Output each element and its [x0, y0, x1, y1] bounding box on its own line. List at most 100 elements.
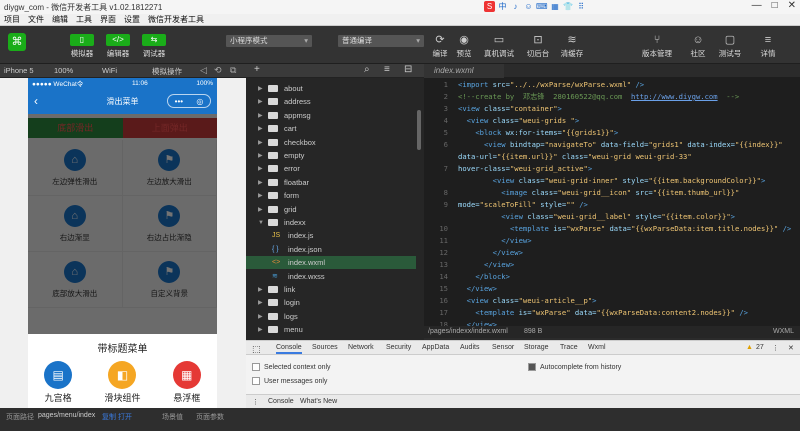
tab-security[interactable]: Security [386, 344, 411, 351]
chevron-right-icon[interactable]: ▶ [258, 125, 268, 132]
test-id-button[interactable]: ▢ 测试号 [718, 34, 742, 59]
background-button[interactable]: ⊡ 切后台 [526, 34, 550, 59]
tab-sensor[interactable]: Sensor [492, 344, 514, 351]
chevron-right-icon[interactable]: ▶ [258, 98, 268, 105]
menu-tools[interactable]: 工具 [76, 14, 92, 25]
compile-button[interactable]: ⟳ 编译 [428, 34, 452, 59]
tree-folder[interactable]: ▶ login [246, 296, 416, 309]
tree-file[interactable]: JS index.js [246, 229, 416, 242]
grid-item[interactable]: ⌂ 底部放大滑出 [28, 252, 123, 308]
chevron-right-icon[interactable]: ▶ [258, 152, 268, 159]
volume-icon[interactable]: ◁ [200, 65, 207, 76]
editor-tab[interactable]: index.wxml [424, 64, 504, 78]
tree-folder[interactable]: ▶ floatbar [246, 176, 416, 189]
skin-icon[interactable]: 👕 [563, 1, 574, 12]
user-messages-checkbox[interactable] [252, 377, 260, 385]
selected-context-checkbox[interactable] [252, 363, 260, 371]
tree-file[interactable]: ≋ index.wxss [246, 270, 416, 283]
search-icon[interactable]: ⌕ [364, 64, 370, 75]
operation-select[interactable]: 模拟操作 [152, 66, 182, 77]
menu-devtools[interactable]: 微信开发者工具 [148, 14, 204, 25]
details-button[interactable]: ≡ 详情 [756, 34, 780, 59]
user-messages-option[interactable]: User messages only [252, 377, 327, 385]
maximize-button[interactable]: □ [772, 0, 778, 11]
close-button[interactable]: ✕ [788, 0, 796, 11]
chevron-right-icon[interactable]: ▶ [258, 206, 268, 213]
music-icon[interactable]: ♪ [510, 1, 521, 12]
tree-folder[interactable]: ▶ logs [246, 310, 416, 323]
copy-link[interactable]: 复制 [102, 412, 116, 422]
tree-folder[interactable]: ▶ error [246, 162, 416, 175]
remote-debug-button[interactable]: ▭ 真机调试 [484, 34, 514, 59]
tree-folder[interactable]: ▶ checkbox [246, 136, 416, 149]
device-select[interactable]: iPhone 5 [4, 66, 34, 75]
drawer-menu-icon[interactable]: ⋮ [252, 398, 259, 406]
chevron-right-icon[interactable]: ▶ [258, 286, 268, 293]
open-link[interactable]: 打开 [118, 412, 132, 422]
chevron-right-icon[interactable]: ▶ [258, 165, 268, 172]
selected-context-option[interactable]: Selected context only [252, 363, 331, 371]
tree-folder[interactable]: ▶ grid [246, 203, 416, 216]
tab-appdata[interactable]: AppData [422, 344, 449, 351]
tab-storage[interactable]: Storage [524, 344, 549, 351]
chevron-right-icon[interactable]: ▶ [258, 299, 268, 306]
chevron-right-icon[interactable]: ▶ [258, 313, 268, 320]
tab-trace[interactable]: Trace [560, 344, 578, 351]
file-language[interactable]: WXML [773, 328, 794, 335]
tab-sources[interactable]: Sources [312, 344, 338, 351]
tree-folder[interactable]: ▶ address [246, 95, 416, 108]
editor-toggle[interactable]: </> 编辑器 [106, 34, 130, 59]
chevron-right-icon[interactable]: ▶ [258, 326, 268, 333]
menu-project[interactable]: 项目 [4, 14, 20, 25]
grid-item[interactable]: ⚑ 右边占比渐隐 [122, 196, 217, 252]
grid-item[interactable]: ⌂ 右边渐显 [28, 196, 123, 252]
popout-icon[interactable]: ⧉ [230, 65, 236, 76]
menu-item-float[interactable]: ▦ 悬浮框 [172, 361, 201, 404]
keyboard-icon[interactable]: ⌨ [536, 1, 548, 12]
tree-folder[interactable]: ▼ indexx [246, 216, 416, 229]
chevron-right-icon[interactable]: ▶ [258, 192, 268, 199]
close-capsule-icon[interactable]: ◎ [196, 97, 203, 106]
simulator-toggle[interactable]: ▯ 模拟器 [70, 34, 94, 59]
more-icon[interactable]: ••• [175, 97, 183, 106]
tab-audits[interactable]: Audits [460, 344, 479, 351]
sogou-icon[interactable]: S [484, 1, 495, 12]
mode-select[interactable]: 小程序模式 [226, 35, 312, 47]
tree-file[interactable]: { } index.json [246, 243, 416, 256]
chevron-right-icon[interactable]: ▶ [258, 112, 268, 119]
tab-wxml[interactable]: Wxml [588, 344, 606, 351]
preview-button[interactable]: ◉ 预览 [452, 34, 476, 59]
grid-item[interactable]: ⚑ 左边放大滑出 [122, 140, 217, 196]
top-popup-button[interactable]: 上面弹出 [122, 118, 217, 138]
tree-file[interactable]: <> index.wxml [246, 256, 416, 270]
network-select[interactable]: WiFi [102, 66, 117, 75]
tab-console[interactable]: Console [276, 344, 302, 354]
warning-count[interactable]: 27 [756, 344, 764, 351]
tree-folder[interactable]: ▶ cart [246, 122, 416, 135]
menu-item-slider[interactable]: ◧ 滑块组件 [104, 361, 141, 404]
menu-edit[interactable]: 编辑 [52, 14, 68, 25]
inspect-icon[interactable]: ⬚ [252, 344, 261, 355]
scene-label[interactable]: 场景值 [162, 412, 183, 422]
code-editor[interactable]: 1234567891011121314151617181920 <import … [424, 78, 800, 326]
autocomplete-option[interactable]: Autocomplete from history [528, 363, 621, 371]
tree-folder[interactable]: ▶ about [246, 82, 416, 95]
tree-folder[interactable]: ▶ empty [246, 149, 416, 162]
menu-item-grid[interactable]: ▤ 九宫格 [44, 361, 73, 404]
menu-file[interactable]: 文件 [28, 14, 44, 25]
file-tree-scrollbar[interactable] [417, 110, 421, 150]
page-params-label[interactable]: 页面参数 [196, 412, 224, 422]
chevron-right-icon[interactable]: ▶ [258, 85, 268, 92]
collapse-icon[interactable]: ⊟ [404, 64, 412, 75]
settings-icon[interactable]: ⋮ [772, 344, 779, 352]
bottom-slide-button[interactable]: 底部滑出 [28, 118, 123, 138]
debugger-toggle[interactable]: ⇆ 调试器 [142, 34, 166, 59]
grid-item[interactable]: ⚑ 自定义背景 [122, 252, 217, 308]
close-panel-icon[interactable]: ✕ [788, 344, 794, 352]
add-file-icon[interactable]: + [254, 64, 260, 75]
emoji-icon[interactable]: ☺ [523, 1, 534, 12]
chevron-down-icon[interactable]: ▼ [258, 220, 268, 226]
autocomplete-checkbox[interactable] [528, 363, 536, 371]
chevron-right-icon[interactable]: ▶ [258, 179, 268, 186]
minimize-button[interactable]: — [752, 0, 762, 11]
